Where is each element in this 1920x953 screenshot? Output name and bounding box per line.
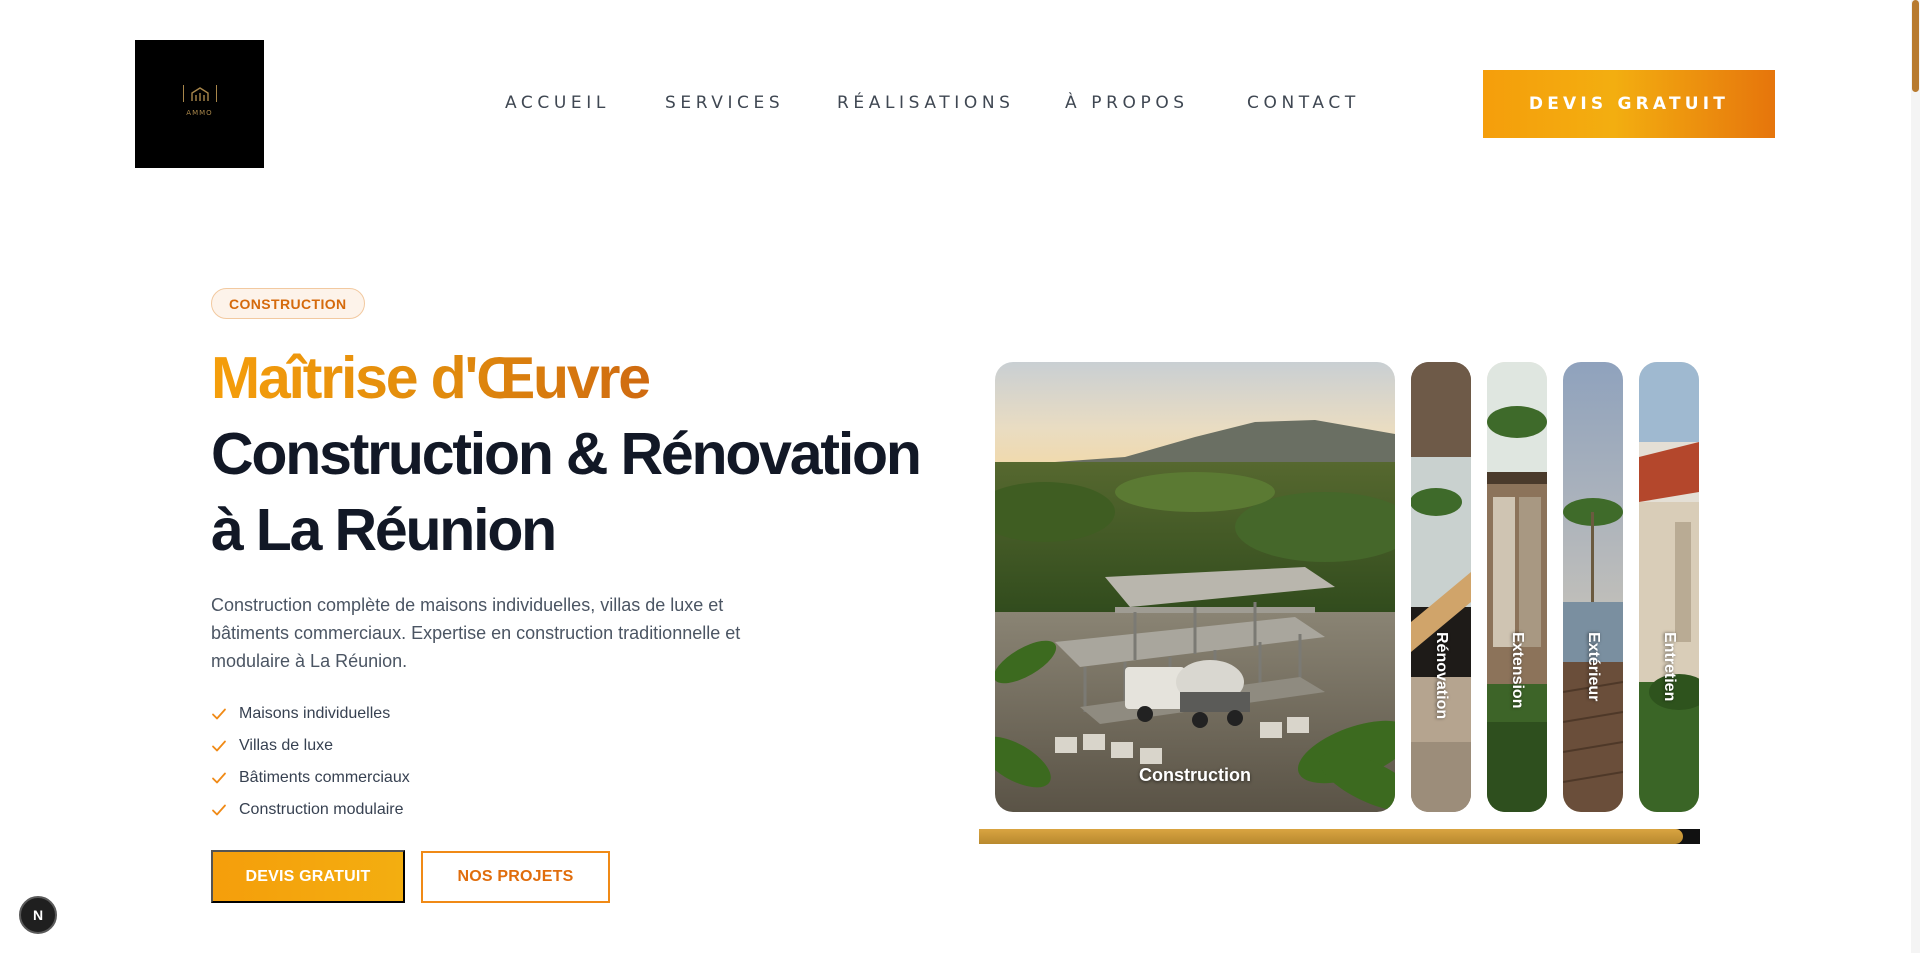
gallery-panel-label: Extension bbox=[1509, 632, 1526, 709]
feature-item: Bâtiments commerciaux bbox=[211, 762, 410, 794]
hero-title-accent: Maîtrise d'Œuvre bbox=[211, 342, 651, 414]
gallery-panel-entretien[interactable]: Entretien bbox=[1639, 362, 1699, 812]
feature-label: Villas de luxe bbox=[239, 737, 333, 754]
feature-label: Bâtiments commerciaux bbox=[239, 769, 410, 786]
gallery-panel-label: Construction bbox=[1139, 765, 1251, 785]
gallery-panel-construction[interactable]: Construction bbox=[995, 362, 1395, 812]
logo-mark-icon bbox=[182, 85, 217, 102]
nav-item-accueil[interactable]: ACCUEIL bbox=[505, 93, 610, 113]
check-icon bbox=[212, 772, 226, 784]
nav-item-contact[interactable]: CONTACT bbox=[1247, 93, 1360, 113]
scrollbar-thumb[interactable] bbox=[1912, 0, 1919, 92]
construction-site-image bbox=[995, 362, 1395, 812]
feature-label: Maisons individuelles bbox=[239, 705, 391, 722]
gallery-progress-fill bbox=[979, 829, 1684, 844]
gallery-progress-bar bbox=[979, 829, 1700, 844]
quote-button[interactable]: DEVIS GRATUIT bbox=[211, 850, 405, 903]
check-icon bbox=[212, 708, 226, 720]
feature-list: Maisons individuelles Villas de luxe Bât… bbox=[211, 698, 410, 826]
projects-button[interactable]: NOS PROJETS bbox=[421, 851, 610, 903]
nav-item-realisations[interactable]: RÉALISATIONS bbox=[837, 93, 1015, 113]
category-badge: CONSTRUCTION bbox=[211, 288, 365, 319]
feature-item: Villas de luxe bbox=[211, 730, 410, 762]
nav-item-a-propos[interactable]: À PROPOS bbox=[1065, 93, 1189, 113]
hero-title-line-3: à La Réunion bbox=[211, 497, 557, 563]
nav-item-services[interactable]: SERVICES bbox=[665, 93, 784, 113]
gallery-panel-renovation[interactable]: Rénovation bbox=[1411, 362, 1471, 812]
header-quote-button[interactable]: DEVIS GRATUIT bbox=[1483, 70, 1775, 138]
check-icon bbox=[212, 804, 226, 816]
feature-item: Construction modulaire bbox=[211, 794, 410, 826]
page-scrollbar[interactable] bbox=[1911, 0, 1920, 953]
gallery-panel-label: Rénovation bbox=[1433, 632, 1450, 720]
entretien-image bbox=[1639, 362, 1699, 812]
hero-title-line-2: Construction & Rénovation bbox=[211, 421, 922, 487]
gallery-panel-label: Entretien bbox=[1661, 632, 1678, 702]
exterieur-image bbox=[1563, 362, 1623, 812]
check-icon bbox=[212, 740, 226, 752]
logo-text: AMMO bbox=[186, 109, 213, 117]
gallery-panel-exterieur[interactable]: Extérieur bbox=[1563, 362, 1623, 812]
hero-description: Construction complète de maisons individ… bbox=[211, 595, 741, 671]
renovation-image bbox=[1411, 362, 1471, 812]
dev-tools-badge[interactable]: N bbox=[19, 896, 57, 934]
feature-item: Maisons individuelles bbox=[211, 698, 410, 730]
gallery-panel-label: Extérieur bbox=[1585, 632, 1602, 702]
gallery-panel-extension[interactable]: Extension bbox=[1487, 362, 1547, 812]
logo[interactable]: AMMO bbox=[135, 40, 264, 168]
feature-label: Construction modulaire bbox=[239, 801, 404, 818]
extension-image bbox=[1487, 362, 1547, 812]
